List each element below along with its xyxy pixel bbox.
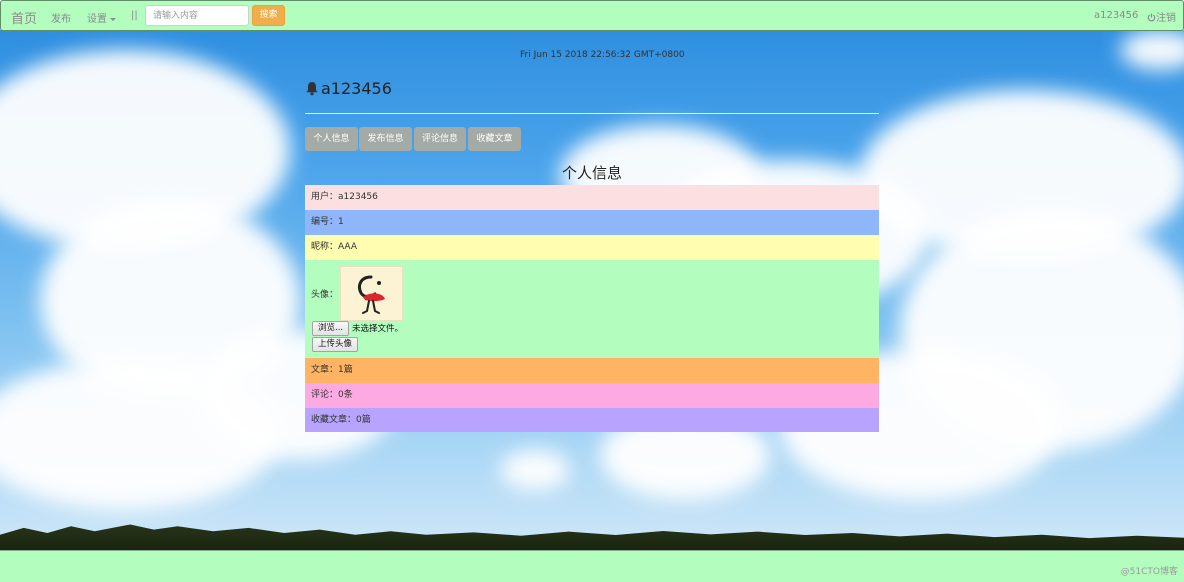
file-status: 未选择文件。 [352, 324, 404, 334]
bell-icon [306, 82, 318, 96]
power-icon [1147, 13, 1156, 22]
profile-row-id: 编号：1 [305, 210, 879, 235]
nav-settings-dropdown[interactable]: 设置 [87, 10, 116, 25]
browse-file-button[interactable]: 浏览... [312, 321, 350, 336]
nav-settings-label: 设置 [87, 14, 107, 25]
tab-favorite-articles[interactable]: 收藏文章 [468, 127, 521, 151]
avatar [340, 266, 403, 321]
search-input[interactable] [145, 5, 249, 26]
avatar-image [357, 275, 385, 314]
footer-bar: @51CTO博客 [0, 550, 1184, 582]
watermark: @51CTO博客 [1120, 567, 1178, 577]
heading-username: a123456 [321, 79, 392, 98]
page-title: a123456 [305, 78, 392, 100]
avatar-label: 头像： [311, 290, 339, 300]
tab-personal-info[interactable]: 个人信息 [305, 127, 358, 151]
tab-published-info[interactable]: 发布信息 [359, 127, 412, 151]
nav-separator: || [131, 10, 138, 21]
tree-line [0, 524, 1184, 550]
section-title: 个人信息 [561, 164, 622, 182]
caret-down-icon [110, 17, 116, 21]
nav-publish-link[interactable]: 发布 [51, 10, 71, 25]
profile-row-avatar: 头像： 浏览... 未选择文件。 上传头像 [305, 260, 879, 358]
logout-label: 注销 [1156, 13, 1176, 24]
nav-username-link[interactable]: a123456 [1094, 10, 1138, 21]
profile-row-nickname: 昵称：AAA [305, 235, 879, 260]
search-button[interactable]: 搜索 [252, 5, 285, 26]
tab-comment-info[interactable]: 评论信息 [414, 127, 466, 151]
profile-row-articles: 文章：1篇 [305, 358, 879, 383]
profile-row-user: 用户：a123456 [305, 185, 879, 210]
upload-avatar-button[interactable]: 上传头像 [312, 337, 359, 352]
profile-row-comments: 评论：0条 [305, 383, 879, 408]
nav-home-link[interactable]: 首页 [11, 8, 37, 27]
current-time: Fri Jun 15 2018 22:56:32 GMT+0800 [520, 50, 685, 60]
top-navbar: 首页 发布 设置 || 搜索 a123456 注销 [0, 0, 1184, 31]
profile-row-favorites: 收藏文章：0篇 [305, 408, 879, 432]
divider [305, 113, 879, 114]
logout-link[interactable]: 注销 [1147, 9, 1176, 24]
